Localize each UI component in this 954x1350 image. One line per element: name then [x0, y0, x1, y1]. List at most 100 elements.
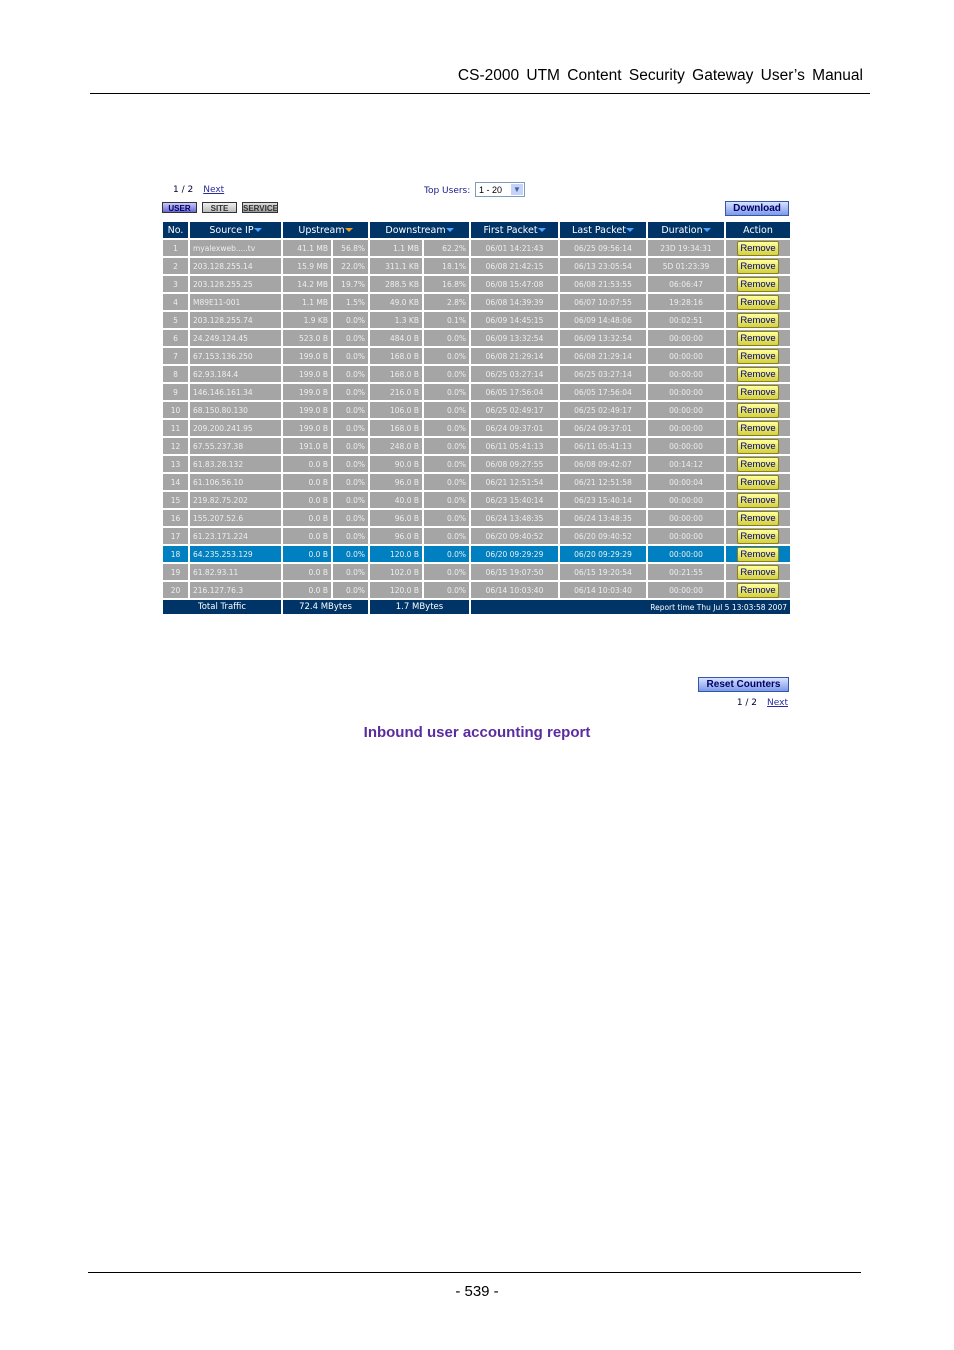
col-last-packet[interactable]: Last Packet [558, 220, 648, 240]
remove-button[interactable]: Remove [737, 475, 779, 489]
remove-button[interactable]: Remove [737, 403, 779, 417]
col-downstream[interactable]: Downstream [368, 220, 471, 240]
table-row[interactable]: 2 203.128.255.14 15.9 MB 22.0% 311.1 KB 18.1%… [161, 256, 792, 276]
remove-button[interactable]: Remove [737, 511, 779, 525]
remove-button[interactable]: Remove [737, 241, 779, 255]
remove-button[interactable]: Remove [737, 295, 779, 309]
upstream-size: 0.0 B [281, 526, 333, 546]
table-row[interactable]: 8 62.93.184.4 199.0 B 0.0% 168.0 B 0.0% 06/25 … [161, 364, 792, 384]
figure-caption: Inbound user accounting report [363, 724, 591, 741]
remove-button[interactable]: Remove [737, 421, 779, 435]
remove-button[interactable]: Remove [737, 331, 779, 345]
row-number: 18 [161, 544, 190, 564]
footer-rule [88, 1272, 861, 1273]
table-header: No. Source IP Upstream Downstream First … [161, 220, 792, 240]
table-row[interactable]: 13 61.83.28.132 0.0 B 0.0% 90.0 B 0.0% 06/08 0… [161, 454, 792, 474]
remove-button[interactable]: Remove [737, 565, 779, 579]
remove-button[interactable]: Remove [737, 259, 779, 273]
action-cell: Remove [724, 580, 792, 600]
remove-button[interactable]: Remove [737, 385, 779, 399]
table-row[interactable]: 20 216.127.76.3 0.0 B 0.0% 120.0 B 0.0% 06/14 … [161, 580, 792, 600]
table-row[interactable]: 15 219.82.75.202 0.0 B 0.0% 40.0 B 0.0% 06/23 … [161, 490, 792, 510]
remove-button[interactable]: Remove [737, 277, 779, 291]
upstream-percent: 22.0% [331, 256, 370, 276]
remove-button[interactable]: Remove [737, 457, 779, 471]
next-link[interactable]: Next [767, 698, 788, 708]
source-ip: 68.150.80.130 [188, 400, 283, 420]
table-row[interactable]: 12 67.55.237.38 191.0 B 0.0% 248.0 B 0.0% 06/1… [161, 436, 792, 456]
action-cell: Remove [724, 436, 792, 456]
remove-button[interactable]: Remove [737, 583, 779, 597]
downstream-percent: 0.0% [422, 382, 471, 402]
tab-user[interactable]: USER [162, 202, 197, 213]
source-ip: 64.235.253.129 [188, 544, 283, 564]
tab-service[interactable]: SERVICE [242, 202, 278, 213]
remove-button[interactable]: Remove [737, 493, 779, 507]
source-ip: 61.23.171.224 [188, 526, 283, 546]
pager-bottom: 1 / 2 Next [737, 698, 788, 708]
pager-top: 1 / 2 Next [173, 185, 224, 195]
table-row[interactable]: 9 146.146.161.34 199.0 B 0.0% 216.0 B 0.0% 06/… [161, 382, 792, 402]
table-row[interactable]: 16 155.207.52.6 0.0 B 0.0% 96.0 B 0.0% 06/24 1… [161, 508, 792, 528]
sort-arrow-icon [253, 228, 262, 232]
col-source-ip[interactable]: Source IP [188, 220, 283, 240]
row-number: 10 [161, 400, 190, 420]
downstream-size: 1.3 KB [368, 310, 424, 330]
reset-counters-button[interactable]: Reset Counters [698, 677, 789, 692]
duration: 00:21:55 [646, 562, 726, 582]
action-cell: Remove [724, 400, 792, 420]
action-cell: Remove [724, 274, 792, 294]
upstream-size: 0.0 B [281, 562, 333, 582]
duration: 06:06:47 [646, 274, 726, 294]
first-packet: 06/01 14:21:43 [469, 238, 560, 258]
table-row[interactable]: 14 61.106.56.10 0.0 B 0.0% 96.0 B 0.0% 06/21 1… [161, 472, 792, 492]
downstream-size: 96.0 B [368, 472, 424, 492]
remove-button[interactable]: Remove [737, 529, 779, 543]
table-row[interactable]: 5 203.128.255.74 1.9 KB 0.0% 1.3 KB 0.1% 06/09… [161, 310, 792, 330]
table-row[interactable]: 3 203.128.255.25 14.2 MB 19.7% 288.5 KB 16.8%… [161, 274, 792, 294]
col-upstream[interactable]: Upstream [281, 220, 370, 240]
total-upstream: 72.4 MBytes [281, 598, 370, 616]
table-row[interactable]: 6 24.249.124.45 523.0 B 0.0% 484.0 B 0.0% 06/0… [161, 328, 792, 348]
action-cell: Remove [724, 346, 792, 366]
downstream-size: 96.0 B [368, 508, 424, 528]
source-ip: 61.82.93.11 [188, 562, 283, 582]
upstream-percent: 0.0% [331, 310, 370, 330]
source-ip: 155.207.52.6 [188, 508, 283, 528]
remove-button[interactable]: Remove [737, 547, 779, 561]
duration: 00:02:51 [646, 310, 726, 330]
downstream-percent: 62.2% [422, 238, 471, 258]
table-row[interactable]: 10 68.150.80.130 199.0 B 0.0% 106.0 B 0.0% 06/… [161, 400, 792, 420]
first-packet: 06/05 17:56:04 [469, 382, 560, 402]
remove-button[interactable]: Remove [737, 349, 779, 363]
top-users-select[interactable]: 1 - 20 ▼ [475, 182, 525, 197]
table-row[interactable]: 1 myalexweb.....tv 41.1 MB 56.8% 1.1 MB 62.2%… [161, 238, 792, 258]
downstream-percent: 0.0% [422, 508, 471, 528]
downstream-percent: 0.0% [422, 454, 471, 474]
upstream-size: 0.0 B [281, 472, 333, 492]
table-row[interactable]: 18 64.235.253.129 0.0 B 0.0% 120.0 B 0.0% 06/2… [161, 544, 792, 564]
duration: 00:00:00 [646, 418, 726, 438]
table-row[interactable]: 4 M89E11-001 1.1 MB 1.5% 49.0 KB 2.8% 06/08 14… [161, 292, 792, 312]
remove-button[interactable]: Remove [737, 439, 779, 453]
table-row[interactable]: 17 61.23.171.224 0.0 B 0.0% 96.0 B 0.0% 06/20 … [161, 526, 792, 546]
remove-button[interactable]: Remove [737, 367, 779, 381]
upstream-size: 0.0 B [281, 580, 333, 600]
table-row[interactable]: 7 67.153.136.250 199.0 B 0.0% 168.0 B 0.0% 06/… [161, 346, 792, 366]
remove-button[interactable]: Remove [737, 313, 779, 327]
row-number: 16 [161, 508, 190, 528]
first-packet: 06/08 09:27:55 [469, 454, 560, 474]
duration: 00:00:00 [646, 508, 726, 528]
col-duration[interactable]: Duration [646, 220, 726, 240]
table-row[interactable]: 11 209.200.241.95 199.0 B 0.0% 168.0 B 0.0% 06… [161, 418, 792, 438]
table-row[interactable]: 19 61.82.93.11 0.0 B 0.0% 102.0 B 0.0% 06/15 1… [161, 562, 792, 582]
source-ip: 146.146.161.34 [188, 382, 283, 402]
next-link[interactable]: Next [203, 185, 224, 195]
duration: 00:00:00 [646, 346, 726, 366]
duration: 00:00:00 [646, 382, 726, 402]
tab-site[interactable]: SITE [202, 202, 237, 213]
last-packet: 06/08 09:42:07 [558, 454, 648, 474]
downstream-size: 311.1 KB [368, 256, 424, 276]
col-first-packet[interactable]: First Packet [469, 220, 560, 240]
download-button[interactable]: Download [725, 201, 789, 216]
